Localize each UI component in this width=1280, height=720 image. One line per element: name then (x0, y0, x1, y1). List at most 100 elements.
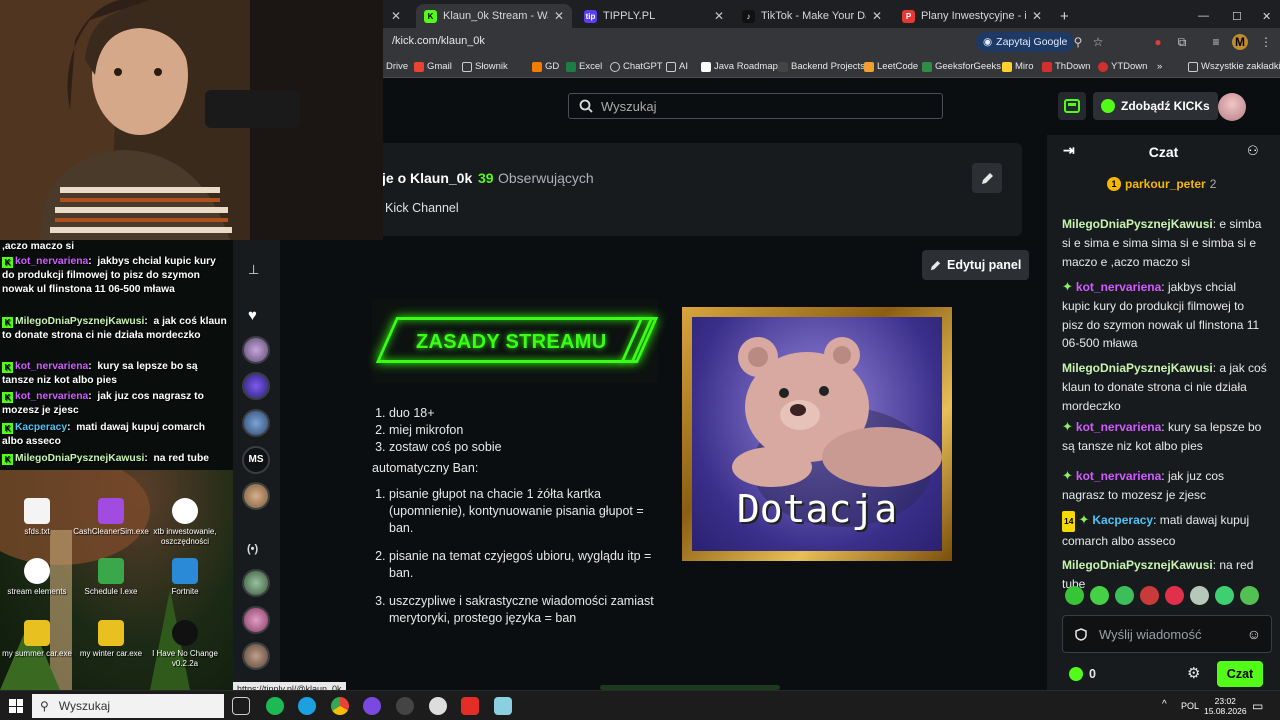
tab-tipply[interactable]: tip TIPPLY.PL ✕ (576, 4, 732, 28)
emote-icon[interactable] (1140, 586, 1159, 605)
extension-icon[interactable]: ● (1150, 34, 1166, 50)
desktop-icon-cashcleaner[interactable]: CashCleanerSim.exe (72, 498, 150, 537)
bookmark-slownik[interactable]: Słownik (462, 61, 508, 72)
emote-icon[interactable] (1190, 586, 1209, 605)
taskbar-search-input[interactable]: ⚲ Wyszukaj (32, 694, 224, 718)
donation-panel-image[interactable]: Dotacja (682, 307, 952, 561)
desktop-icon-stream-elements[interactable]: stream elements (0, 558, 76, 597)
close-window-icon[interactable]: ✕ (1254, 4, 1276, 28)
chat-username[interactable]: MilegoDniaPysznejKawusi (1062, 217, 1213, 231)
close-tab-icon[interactable]: ✕ (1032, 9, 1042, 23)
app-icon[interactable] (429, 697, 447, 715)
pinned-gifter[interactable]: 1 parkour_peter 2 (1107, 177, 1216, 191)
chat-users-icon[interactable]: ⚇ (1247, 143, 1259, 159)
kick-studio-button[interactable] (1058, 92, 1086, 120)
edit-about-button[interactable] (972, 163, 1002, 193)
bookmark-gmail[interactable]: Gmail (414, 61, 452, 72)
bookmark-ai[interactable]: AI (666, 61, 688, 72)
emote-icon[interactable] (1240, 586, 1259, 605)
emote-icon[interactable] (1165, 586, 1184, 605)
youtube-icon[interactable] (461, 697, 479, 715)
chat-message-input[interactable]: Wyślij wiadomość ☺ (1062, 615, 1272, 653)
chat-settings-gear-icon[interactable]: ⚙ (1187, 664, 1200, 682)
followed-channel-avatar[interactable] (242, 372, 270, 400)
url-field[interactable]: /kick.com/klaun_0k (392, 35, 485, 47)
app-icon[interactable] (494, 697, 512, 715)
bookmark-ytdown[interactable]: YTDown (1098, 61, 1147, 72)
followed-channel-avatar[interactable] (242, 409, 270, 437)
bookmark-excel[interactable]: Excel (566, 61, 602, 72)
notification-icon[interactable]: ▭ (1252, 699, 1263, 713)
spotify-icon[interactable] (266, 697, 284, 715)
bookmark-backend-projects[interactable]: Backend Projects (778, 61, 865, 72)
emote-icon[interactable] (1065, 586, 1084, 605)
emoji-icon[interactable]: ☺ (1247, 626, 1261, 642)
menu-dots-icon[interactable]: ⋮ (1258, 34, 1274, 50)
followed-channel-avatar[interactable] (242, 482, 270, 510)
chat-username[interactable]: MilegoDniaPysznejKawusi (1062, 558, 1213, 572)
live-channels-icon[interactable]: (•) (247, 543, 258, 555)
tab-kick-stream[interactable]: K Klaun_0k Stream - Watch Live o ✕ (416, 4, 572, 28)
followed-channel-avatar[interactable] (242, 336, 270, 364)
recommended-channel-avatar[interactable] (242, 569, 270, 597)
get-kicks-button[interactable]: Zdobądź KICKs (1093, 92, 1218, 120)
emote-icon[interactable] (1115, 586, 1134, 605)
close-tab-icon[interactable]: ✕ (872, 9, 882, 23)
following-icon[interactable]: ⊥ (248, 262, 266, 277)
tray-chevron-icon[interactable]: ^ (1162, 699, 1167, 710)
bookmark-drive[interactable]: Drive (386, 61, 408, 72)
zoom-icon[interactable]: ⚲ (1070, 34, 1086, 50)
chat-username[interactable]: kot_nervariena (1076, 469, 1161, 483)
close-tab-icon[interactable]: ✕ (714, 9, 724, 23)
chat-username[interactable]: Kacperacy (1092, 513, 1153, 527)
emote-icon[interactable] (1215, 586, 1234, 605)
desktop-icon-my-summer-car[interactable]: my summer car.exe (0, 620, 76, 659)
close-tab-icon[interactable]: ✕ (554, 9, 564, 23)
bookmark-miro[interactable]: Miro (1002, 61, 1033, 72)
recommended-channel-avatar[interactable] (242, 642, 270, 670)
tab-plany[interactable]: P Plany Inwestycyjne - inteligentn ✕ (894, 4, 1050, 28)
desktop-icon-fortnite[interactable]: Fortnite (146, 558, 224, 597)
tab-tiktok[interactable]: ♪ TikTok - Make Your Day ✕ (734, 4, 890, 28)
tab-partial[interactable]: ✕ (383, 4, 415, 28)
chrome-icon[interactable] (331, 697, 349, 715)
chat-username[interactable]: kot_nervariena (1076, 280, 1161, 294)
bookmark-star-icon[interactable]: ☆ (1090, 34, 1106, 50)
desktop-icon-sfds[interactable]: sfds.txt (0, 498, 76, 537)
discord-icon[interactable] (363, 697, 381, 715)
bookmarks-more-icon[interactable]: » (1157, 61, 1162, 72)
chat-username[interactable]: kot_nervariena (1076, 420, 1161, 434)
bookmark-thdown[interactable]: ThDown (1042, 61, 1090, 72)
desktop-icon-schedule[interactable]: Schedule I.exe (72, 558, 150, 597)
emote-icon[interactable] (1090, 586, 1109, 605)
task-view-icon[interactable] (232, 697, 250, 715)
followed-channel-avatar[interactable]: MS (242, 446, 270, 474)
bookmark-geeksforgeeks[interactable]: GeeksforGeeks (922, 61, 1001, 72)
new-tab-button[interactable]: + (1052, 4, 1074, 28)
kick-search-input[interactable]: Wyszukaj (568, 93, 943, 119)
desktop-icon-xtb[interactable]: xtb inwestowanie, oszczędności (146, 498, 224, 546)
heart-icon[interactable]: ♥ (248, 307, 257, 324)
send-chat-button[interactable]: Czat (1217, 661, 1263, 687)
bookmark-java-roadmap[interactable]: Java Roadmap (701, 61, 778, 72)
edge-icon[interactable] (298, 697, 316, 715)
close-tab-icon[interactable]: ✕ (391, 9, 401, 23)
media-control-icon[interactable]: ≡ (1208, 34, 1224, 50)
maximize-icon[interactable]: ☐ (1224, 4, 1246, 28)
language-indicator[interactable]: POL (1181, 701, 1199, 711)
profile-avatar[interactable]: M (1232, 34, 1248, 50)
desktop-icon-i-have-no-change[interactable]: I Have No Change v0.2.2a (146, 620, 224, 668)
windows-start-icon[interactable] (9, 699, 23, 713)
chat-username[interactable]: MilegoDniaPysznejKawusi (1062, 361, 1213, 375)
user-avatar[interactable] (1218, 93, 1246, 121)
bookmark-leetcode[interactable]: LeetCode (864, 61, 918, 72)
ask-google-button[interactable]: ◉ Zapytaj Google (976, 32, 1075, 52)
recommended-channel-avatar[interactable] (242, 606, 270, 634)
obs-icon[interactable] (396, 697, 414, 715)
bookmark-gd[interactable]: GD (532, 61, 559, 72)
all-bookmarks-folder[interactable]: Wszystkie zakładki (1188, 61, 1280, 72)
minimize-icon[interactable]: — (1190, 4, 1212, 28)
edit-panel-button[interactable]: Edytuj panel (922, 250, 1030, 280)
bookmark-chatgpt[interactable]: ChatGPT (610, 61, 663, 72)
desktop-icon-my-winter-car[interactable]: my winter car.exe (72, 620, 150, 659)
